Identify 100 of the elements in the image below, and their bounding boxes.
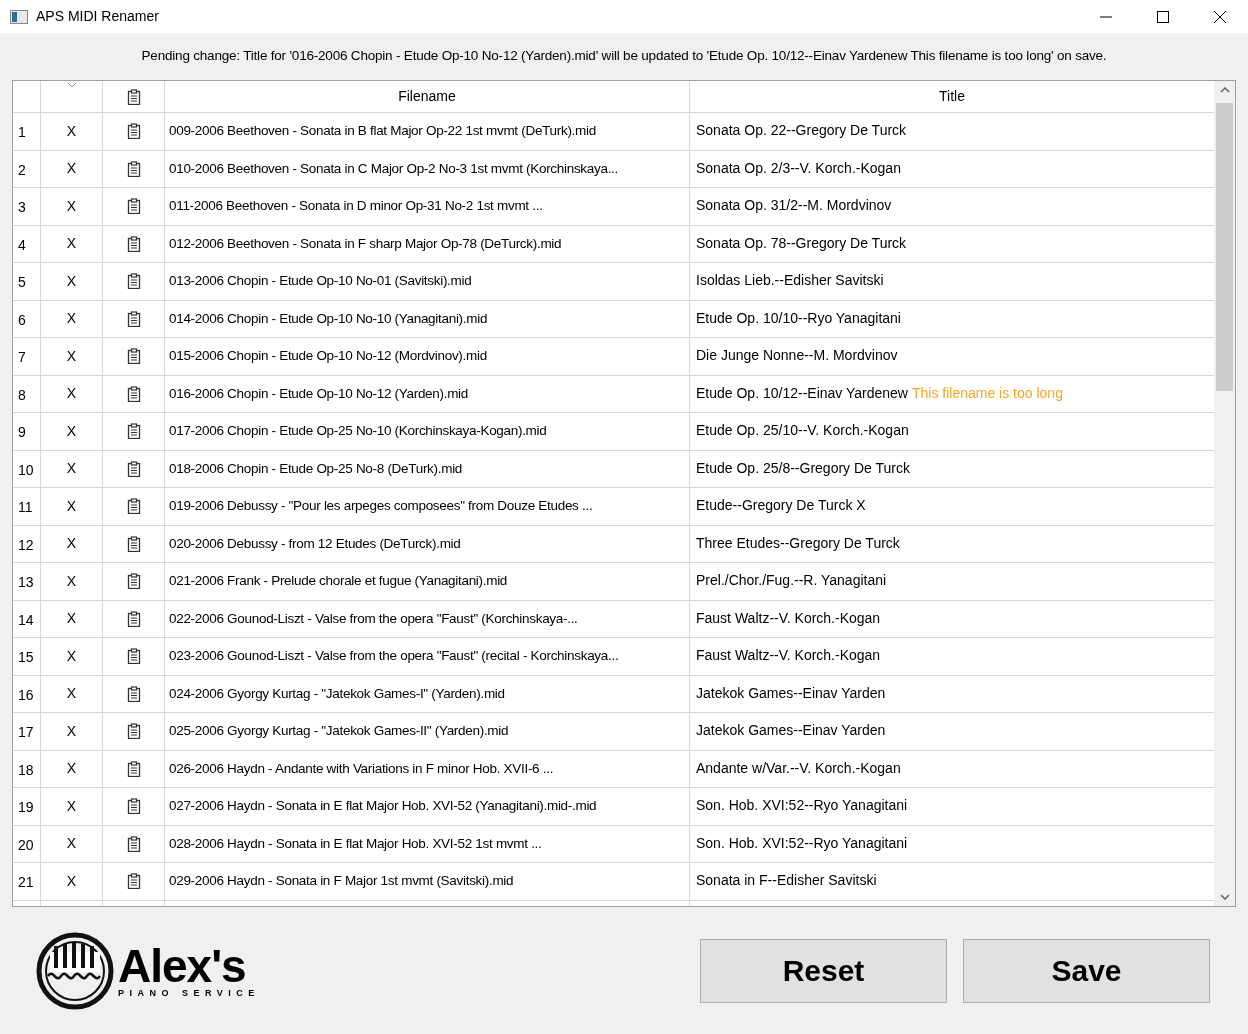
filename-cell-text: 024-2006 Gyorgy Kurtag - "Jatekok Games-I" (Yarden).mid (169, 684, 505, 703)
title-cell[interactable]: Jatekok Games--Einav Yarden (696, 720, 886, 741)
delete-mark[interactable]: X (66, 270, 77, 292)
logo-tagline: PIANO SERVICE (118, 987, 260, 998)
row-number: 6 (18, 310, 26, 330)
reset-button[interactable]: Reset (700, 938, 947, 1003)
delete-mark[interactable]: X (66, 758, 77, 780)
save-button[interactable]: Save (963, 938, 1210, 1003)
title-cell[interactable]: Faust Waltz--V. Korch.-Kogan (696, 645, 881, 666)
delete-mark[interactable]: X (66, 233, 77, 255)
clipboard-icon (126, 573, 141, 590)
app-icon (10, 9, 28, 24)
delete-mark[interactable]: X (66, 795, 77, 817)
delete-mark[interactable]: X (66, 345, 77, 367)
delete-mark[interactable]: X (66, 533, 77, 555)
clipboard-icon (126, 648, 141, 665)
warning-text: This filename is too long (911, 383, 1063, 403)
title-cell[interactable]: Isoldas Lieb.--Edisher Savitski (696, 270, 884, 291)
title-cell[interactable]: Etude--Gregory De Turck X (696, 495, 866, 516)
delete-mark[interactable]: X (66, 308, 77, 330)
row-number: 3 (18, 198, 26, 218)
filename-cell-text: 026-2006 Haydn - Andante with Variations in F minor Hob. XVII-6 ... (169, 759, 554, 778)
filename-cell-text: 016-2006 Chopin - Etude Op-10 No-12 (Yarden).mid (169, 384, 469, 403)
delete-mark[interactable]: X (66, 645, 77, 667)
delete-mark[interactable]: X (66, 195, 77, 217)
row-number: 14 (18, 610, 34, 630)
minimize-icon (1099, 15, 1112, 18)
title-cell[interactable]: Faust Waltz--V. Korch.-Kogan (696, 607, 881, 629)
filename-cell-text: 025-2006 Gyorgy Kurtag - "Jatekok Games-II" (Yarden).mid (169, 722, 509, 741)
row-number: 11 (18, 498, 33, 518)
row-number: 8 (18, 385, 26, 405)
filename-cell-text: 010-2006 Beethoven - Sonata in C Major Op-2 No-3 1st mvmt (Korchinskaya... (169, 159, 619, 178)
delete-mark[interactable]: X (66, 720, 77, 742)
filename-cell-text: 021-2006 Frank - Prelude chorale et fugue (Yanagitani).mid (169, 572, 508, 591)
title-cell[interactable]: Sonata Op. 78--Gregory De Turck (696, 232, 907, 254)
delete-mark[interactable]: X (66, 458, 77, 480)
clipboard-icon (126, 835, 141, 852)
filename-cell-text: 012-2006 Beethoven - Sonata in F sharp Major Op-78 (DeTurck).mid (169, 234, 562, 253)
delete-mark[interactable]: X (66, 683, 77, 705)
title-cell[interactable]: Sonata Op. 22--Gregory De Turck (696, 120, 907, 141)
scrollbar-thumb[interactable] (1216, 103, 1233, 391)
delete-mark[interactable]: X (66, 495, 77, 517)
column-header[interactable]: Title (939, 86, 965, 107)
delete-mark[interactable]: X (66, 420, 77, 442)
title-cell[interactable]: Andante w/Var.--V. Korch.-Kogan (696, 757, 901, 779)
title-cell[interactable]: Sonata Op. 2/3--V. Korch.-Kogan (696, 157, 901, 179)
row-number: 18 (18, 760, 34, 780)
filename-cell-text: 022-2006 Gounod-Liszt - Valse from the opera "Faust" (Korchinskaya-... (169, 609, 578, 628)
filename-cell-text: 020-2006 Debussy - from 12 Etudes (DeTurck).mid (169, 534, 461, 553)
filename-cell-text: 029-2006 Haydn - Sonata in F Major 1st mvmt (Savitski).mid (169, 872, 514, 891)
clipboard-icon (126, 535, 141, 552)
title-cell[interactable]: Prel./Chor./Fug.--R. Yanagitani (696, 570, 887, 591)
scroll-down-icon[interactable] (1219, 894, 1230, 900)
clipboard-icon (126, 88, 141, 105)
vertical-scrollbar[interactable] (1214, 81, 1235, 906)
title-cell[interactable]: Sonata in F--Edisher Savitski (696, 870, 877, 891)
clipboard-icon (126, 310, 141, 327)
title-cell[interactable]: Etude Op. 25/8--Gregory De Turck (696, 457, 910, 479)
title-cell[interactable]: Etude Op. 10/12--Einav Yardenew (696, 382, 908, 404)
row-number: 1 (18, 123, 26, 143)
clipboard-icon (126, 460, 141, 477)
title-cell[interactable]: Three Etudes--Gregory De Turck (696, 532, 900, 554)
filename-cell-text: 018-2006 Chopin - Etude Op-25 No-8 (DeTurk).mid (169, 459, 463, 478)
delete-mark[interactable]: X (66, 608, 77, 630)
row-number: 16 (18, 685, 34, 705)
delete-mark[interactable]: X (66, 383, 77, 405)
delete-mark[interactable]: X (66, 833, 77, 855)
row-number: 10 (18, 460, 34, 480)
row-number: 21 (18, 873, 34, 893)
clipboard-icon (126, 760, 141, 777)
clipboard-icon (126, 385, 141, 402)
filename-cell-text: 011-2006 Beethoven - Sonata in D minor Op-31 No-2 1st mvmt ... (169, 197, 543, 216)
delete-mark[interactable]: X (66, 570, 77, 592)
pending-change-message: Pending change: Title for '016-2006 Chopin - Etude Op-10 No-12 (Yarden).mid' will be updated to 'Etude Op. 10/12--Einav Yardenew This filename is too long' on save. (141, 47, 1107, 66)
filename-cell-text: 027-2006 Haydn - Sonata in E flat Major Hob. XVI-52 (Yanagitani).mid-.mid (169, 797, 597, 816)
column-header[interactable]: Filename (398, 86, 456, 107)
row-number: 7 (18, 348, 26, 368)
title-cell[interactable]: Etude Op. 10/10--Ryo Yanagitani (696, 307, 901, 329)
filename-cell-text: 015-2006 Chopin - Etude Op-10 No-12 (Mordvinov).mid (169, 347, 487, 366)
title-cell[interactable]: Son. Hob. XVI:52--Ryo Yanagitani (696, 832, 908, 854)
title-cell[interactable]: Sonata Op. 31/2--M. Mordvinov (696, 195, 892, 216)
delete-mark[interactable]: X (66, 120, 77, 142)
scroll-up-icon[interactable] (1219, 87, 1230, 93)
title-cell[interactable]: Jatekok Games--Einav Yarden (696, 682, 886, 704)
sort-chevron-icon[interactable] (66, 82, 77, 88)
clipboard-icon (126, 235, 141, 252)
title-cell[interactable]: Die Junge Nonne--M. Mordvinov (696, 345, 898, 366)
row-number: 5 (18, 273, 26, 293)
delete-mark[interactable]: X (66, 158, 77, 180)
clipboard-icon (126, 273, 141, 290)
delete-mark[interactable]: X (66, 870, 77, 892)
clipboard-icon (126, 685, 141, 702)
title-cell[interactable]: Son. Hob. XVI:52--Ryo Yanagitani (696, 795, 908, 816)
filename-cell-text: 014-2006 Chopin - Etude Op-10 No-10 (Yanagitani).mid (169, 309, 488, 328)
title-cell[interactable]: Etude Op. 25/10--V. Korch.-Kogan (696, 420, 909, 441)
row-number: 4 (18, 235, 26, 255)
piano-keys-logo-icon (36, 931, 114, 1010)
filename-cell-text: 019-2006 Debussy - "Pour les arpeges composees" from Douze Etudes ... (169, 497, 593, 516)
close-icon (1213, 10, 1226, 23)
clipboard-icon (126, 610, 141, 627)
